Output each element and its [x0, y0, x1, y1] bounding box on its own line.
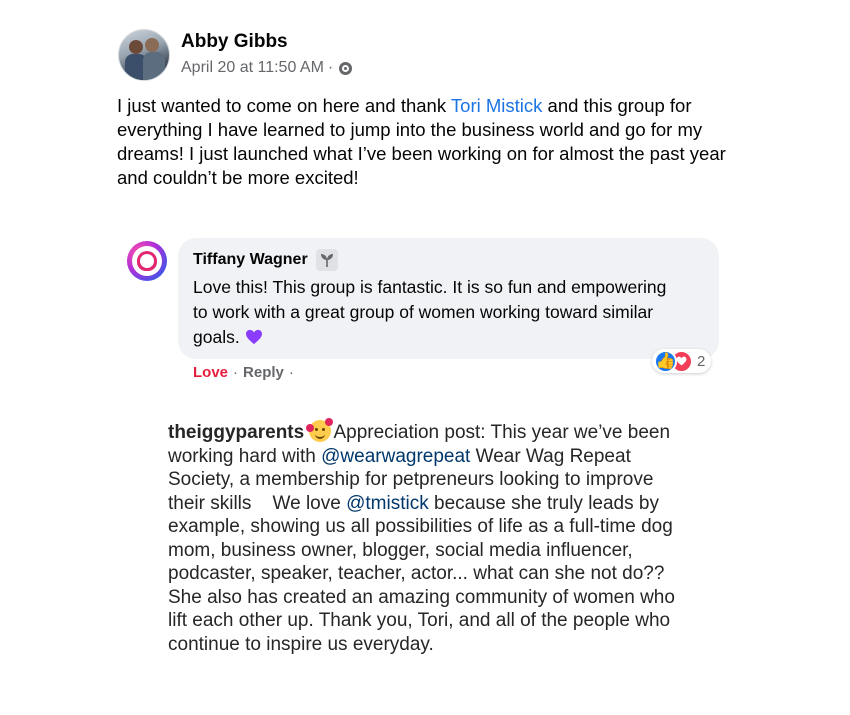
sprout-icon[interactable]: [315, 249, 338, 271]
reaction-count: 2: [697, 352, 706, 370]
post-author-name[interactable]: Abby Gibbs: [181, 31, 288, 53]
actions-separator: ·: [233, 364, 239, 381]
tagged-user-link[interactable]: Tori Mistick: [451, 95, 542, 116]
love-reaction-button[interactable]: Love: [193, 364, 228, 381]
comment-body: Love this! This group is fantastic. It i…: [193, 277, 667, 347]
mention-wearwagrepeat[interactable]: @wearwagrepeat: [321, 446, 470, 467]
caption-text-3: because she truly leads by example, show…: [168, 492, 675, 655]
comment-text: Love this! This group is fantastic. It i…: [193, 275, 683, 350]
post-text-part-1: I just wanted to come on here and thank: [117, 95, 451, 116]
mention-tmistick[interactable]: @tmistick: [346, 493, 429, 514]
reaction-summary[interactable]: 2: [652, 349, 712, 373]
post-meta: April 20 at 11:50 AM ·: [181, 59, 353, 77]
smiling-face-with-hearts-icon: [306, 418, 334, 442]
purple-heart-icon: [245, 329, 262, 345]
group-icon: [339, 61, 353, 75]
comment-author: Tiffany Wagner: [193, 249, 338, 271]
reply-button[interactable]: Reply: [243, 364, 284, 381]
meta-separator: ·: [327, 59, 334, 76]
actions-trailing-separator: ·: [288, 364, 294, 381]
comment-actions: Love · Reply ·: [193, 364, 294, 381]
post-timestamp[interactable]: April 20 at 11:50 AM: [181, 59, 324, 77]
commenter-avatar[interactable]: [127, 241, 167, 281]
author-avatar[interactable]: [118, 29, 170, 81]
like-reaction-icon: [654, 349, 677, 373]
instagram-username[interactable]: theiggyparents: [168, 422, 304, 443]
post-body: I just wanted to come on here and thank …: [117, 94, 757, 190]
instagram-caption: theiggyparents Appreciation post: This y…: [168, 418, 688, 656]
comment-author-name[interactable]: Tiffany Wagner: [193, 251, 308, 269]
